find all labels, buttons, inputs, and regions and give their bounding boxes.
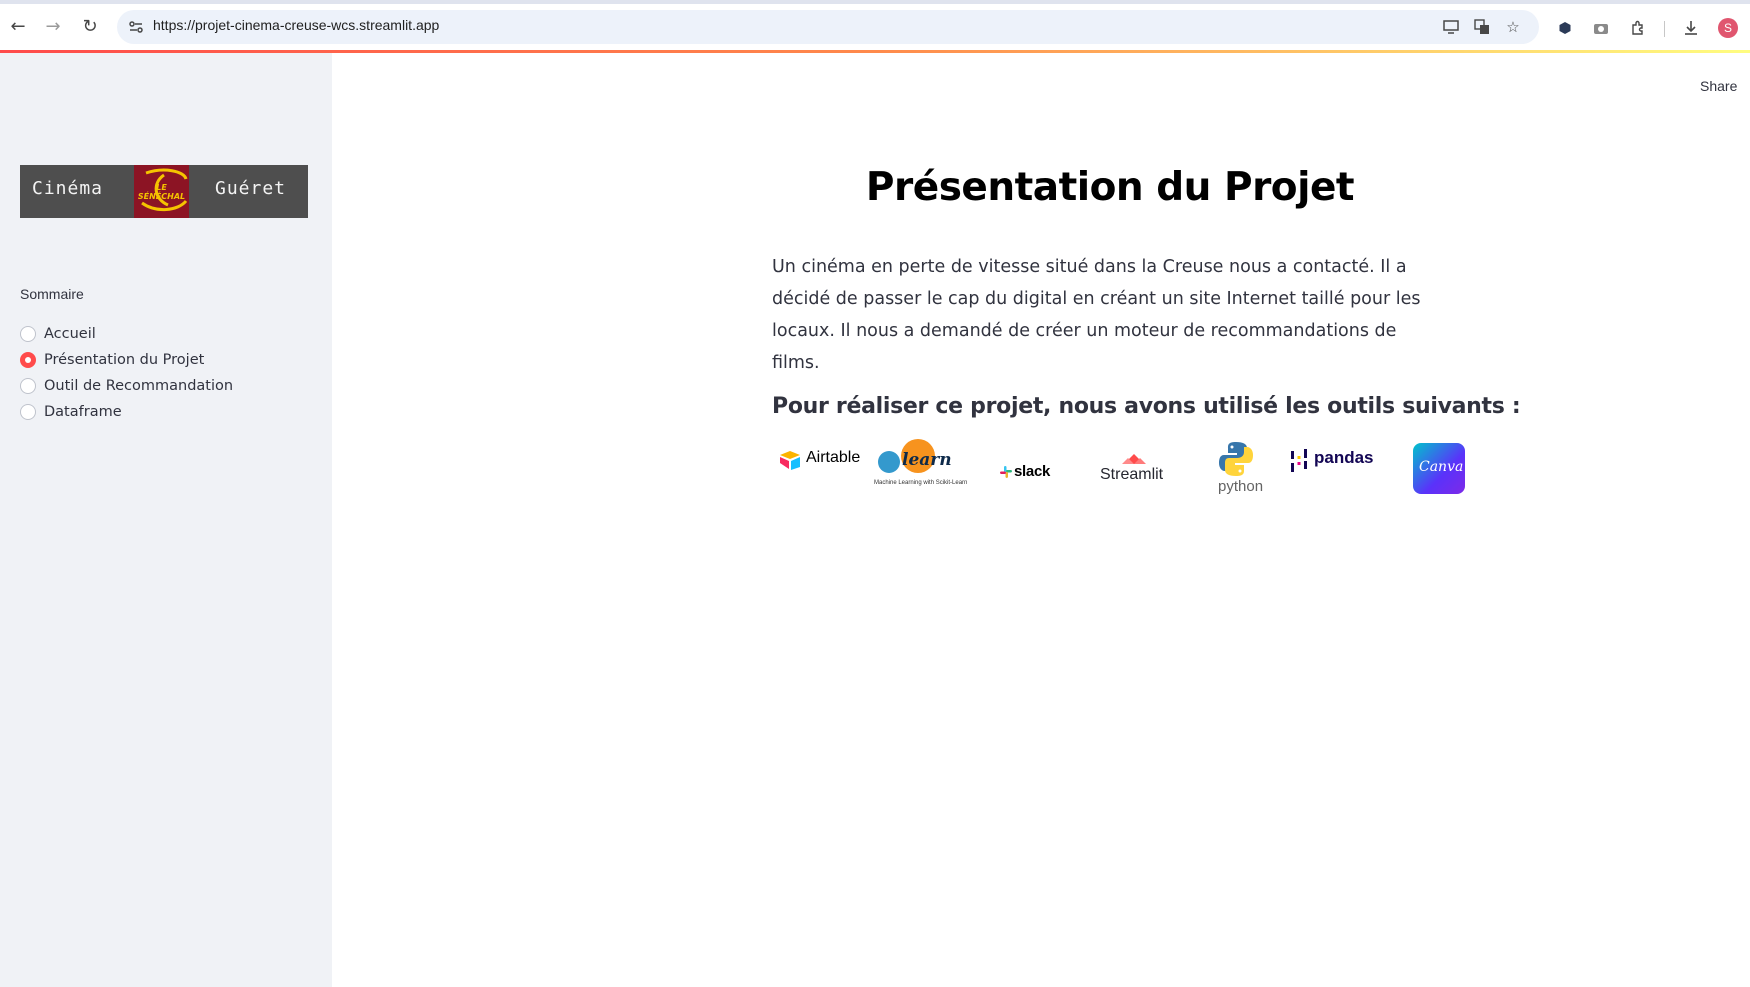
reload-icon[interactable]: ↻ — [79, 16, 101, 38]
camera-icon[interactable] — [1591, 18, 1611, 38]
scikit-learn-caption: Machine Learning with Scikit-Learn — [874, 480, 968, 486]
scikit-learn-logo: learn Machine Learning with Scikit-Learn — [872, 438, 976, 498]
back-arrow-icon[interactable]: ← — [7, 16, 29, 38]
canva-wordmark: Canva — [1419, 459, 1464, 475]
logo-left-text: Cinéma — [32, 178, 104, 199]
nav-radio-presentation[interactable]: Présentation du Projet — [20, 349, 204, 371]
radio-circle[interactable] — [20, 404, 36, 420]
intro-paragraph: Un cinéma en perte de vitesse situé dans… — [772, 257, 1421, 373]
tools-logo-row: Airtable learn Machine Learning with Sci… — [772, 438, 1466, 498]
forward-arrow-icon[interactable]: → — [42, 16, 64, 38]
browser-toolbar: ← → ↻ https://projet-cinema-creuse-wcs.s… — [0, 4, 1750, 50]
nav-radio-label: Dataframe — [44, 404, 122, 420]
extensions-puzzle-icon[interactable] — [1628, 18, 1648, 38]
slack-wordmark: slack — [1014, 463, 1051, 480]
airtable-wordmark: Airtable — [806, 449, 861, 466]
nav-radio-label: Présentation du Projet — [44, 352, 205, 368]
page-title: Présentation du Projet — [865, 165, 1355, 210]
slack-logo: slack — [1000, 438, 1060, 498]
nav-radio-dataframe[interactable]: Dataframe — [20, 401, 122, 423]
cinema-logo: Cinéma LE SÉNÉCHAL Guéret — [20, 165, 308, 218]
pandas-logo: pandas — [1290, 438, 1384, 498]
radio-circle[interactable] — [20, 326, 36, 342]
toolbar-separator — [1664, 21, 1665, 37]
streamlit-logo: Streamlit — [1100, 438, 1170, 498]
nav-radio-accueil[interactable]: Accueil — [20, 323, 96, 345]
python-logo: python — [1206, 438, 1266, 498]
site-settings-icon[interactable] — [125, 16, 147, 38]
radio-circle[interactable] — [20, 378, 36, 394]
url-text[interactable]: https://projet-cinema-creuse-wcs.streaml… — [153, 17, 439, 33]
profile-avatar[interactable]: S — [1718, 18, 1738, 38]
download-icon[interactable] — [1681, 18, 1701, 38]
sidebar: Cinéma LE SÉNÉCHAL Guéret Sommaire Accue… — [0, 53, 332, 987]
canva-logo: Canva — [1413, 438, 1465, 498]
extension-hexagon-icon[interactable] — [1555, 18, 1575, 38]
tools-heading: Pour réaliser ce projet, nous avons util… — [772, 394, 1521, 419]
scikit-learn-wordmark: learn — [902, 450, 952, 470]
nav-radio-label: Accueil — [44, 326, 96, 342]
airtable-logo: Airtable — [778, 438, 870, 498]
nav-radio-outil[interactable]: Outil de Recommandation — [20, 375, 233, 397]
logo-mark: LE SÉNÉCHAL — [134, 165, 189, 218]
logo-right-text: Guéret — [215, 178, 287, 199]
radio-circle-selected[interactable] — [20, 352, 36, 368]
pandas-wordmark: pandas — [1314, 448, 1374, 467]
share-button[interactable]: Share — [1700, 78, 1737, 94]
address-bar[interactable]: https://projet-cinema-creuse-wcs.streaml… — [117, 10, 1539, 44]
logo-mark-text: LE SÉNÉCHAL — [137, 183, 186, 201]
python-wordmark: python — [1218, 478, 1264, 495]
bookmark-star-icon[interactable]: ☆ — [1503, 17, 1523, 37]
nav-title: Sommaire — [20, 286, 84, 302]
streamlit-wordmark: Streamlit — [1100, 466, 1164, 483]
translate-icon[interactable] — [1472, 17, 1492, 37]
install-app-icon[interactable] — [1441, 17, 1461, 37]
nav-radio-label: Outil de Recommandation — [44, 378, 234, 394]
